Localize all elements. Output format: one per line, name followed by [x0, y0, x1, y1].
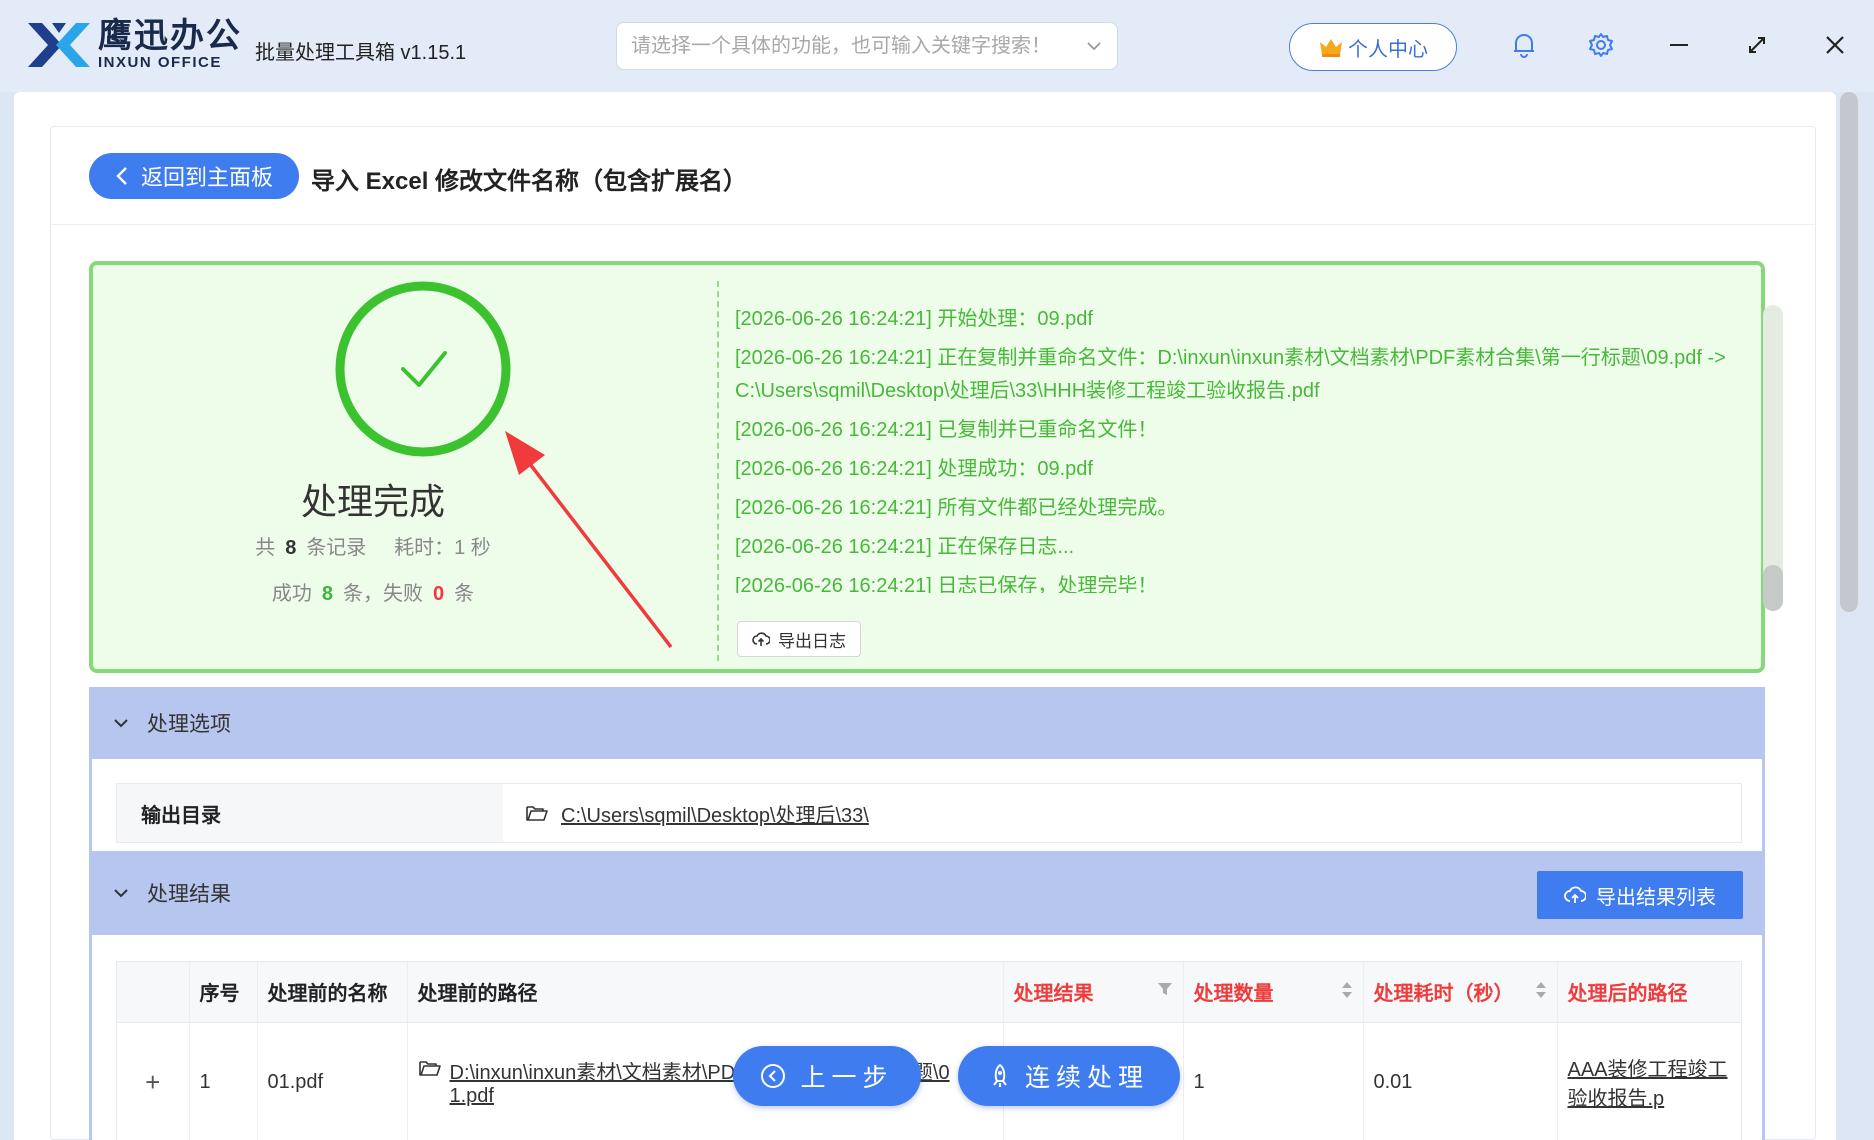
total-prefix: 共	[255, 537, 276, 559]
column-header-time[interactable]: 处理耗时（秒）	[1363, 962, 1558, 1023]
panel-divider	[717, 281, 719, 661]
sort-icon[interactable]	[1341, 981, 1353, 999]
output-dir-row: 输出目录 C:\Users\sqmil\Desktop\处理后\33\	[116, 783, 1742, 843]
minimize-icon[interactable]	[1664, 30, 1694, 60]
log-line: [2026-06-26 16:24:21] 已复制并已重命名文件！	[735, 419, 1158, 441]
close-icon[interactable]	[1820, 30, 1850, 60]
results-table: 序号 处理前的名称 处理前的路径 处理结果 处理数量 处理耗时（秒） 处理后的路…	[116, 961, 1742, 1140]
total-count: 8	[285, 537, 297, 559]
column-header: 处理前的名称	[257, 962, 408, 1023]
gear-icon[interactable]	[1586, 30, 1616, 60]
page-title: 导入 Excel 修改文件名称（包含扩展名）	[311, 168, 748, 195]
column-header-result[interactable]: 处理结果	[1003, 962, 1184, 1023]
maximize-icon[interactable]	[1742, 30, 1772, 60]
app-title: 批量处理工具箱 v1.15.1	[255, 42, 467, 64]
log-list: [2026-06-26 16:24:21] 开始处理：09.pdf [2026-…	[735, 303, 1735, 593]
column-header-label: 处理数量	[1193, 983, 1274, 1006]
previous-step-label: 上一步	[800, 1064, 894, 1092]
cloud-upload-icon	[752, 632, 770, 646]
function-search[interactable]	[616, 22, 1118, 70]
expand-row-button[interactable]: +	[117, 1022, 190, 1140]
content-card: 返回到主面板 导入 Excel 修改文件名称（包含扩展名） 处理完成 共 8 条记录…	[50, 126, 1816, 1140]
rocket-icon	[993, 1063, 1007, 1087]
search-input[interactable]	[631, 34, 1085, 58]
results-section-header[interactable]: 处理结果 导出结果列表	[89, 851, 1765, 935]
crown-icon	[1320, 39, 1342, 57]
bell-icon[interactable]	[1509, 30, 1539, 60]
export-log-label: 导出日志	[778, 631, 846, 651]
filter-icon[interactable]	[1157, 981, 1173, 997]
column-header-label: 处理耗时（秒）	[1373, 983, 1514, 1006]
main-panel: 返回到主面板 导入 Excel 修改文件名称（包含扩展名） 处理完成 共 8 条记录…	[14, 92, 1836, 1140]
output-dir-link[interactable]: C:\Users\sqmil\Desktop\处理后\33\	[561, 799, 869, 828]
options-section-body: 输出目录 C:\Users\sqmil\Desktop\处理后\33\	[89, 759, 1765, 851]
logo-cn-text: 鹰迅办公	[98, 17, 242, 55]
row-after-path[interactable]: AAA装修工程竣工验收报告.p	[1557, 1022, 1741, 1140]
cloud-upload-icon	[1564, 886, 1586, 903]
export-log-button[interactable]: 导出日志	[737, 621, 861, 657]
log-line: [2026-06-26 16:24:21] 正在复制并重命名文件：D:\inxu…	[735, 347, 1726, 402]
fail-prefix: 条，失败	[343, 583, 423, 605]
title-bar: 鹰迅办公 INXUN OFFICE 批量处理工具箱 v1.15.1 个人中心	[0, 0, 1874, 92]
log-line: [2026-06-26 16:24:21] 正在保存日志...	[735, 536, 1075, 558]
log-scrollbar[interactable]	[1763, 305, 1783, 611]
column-header: 处理后的路径	[1557, 962, 1741, 1023]
chevron-left-icon	[116, 167, 127, 185]
column-header-count[interactable]: 处理数量	[1183, 962, 1364, 1023]
log-line: [2026-06-26 16:24:21] 处理成功：09.pdf	[735, 458, 1093, 480]
export-results-label: 导出结果列表	[1596, 886, 1716, 909]
back-to-main-button[interactable]: 返回到主面板	[89, 153, 299, 199]
main-scroll-thumb[interactable]	[1840, 92, 1858, 612]
results-section-title: 处理结果	[147, 883, 231, 906]
logo-en-text: INXUN OFFICE	[98, 54, 222, 71]
row-count: 1	[1183, 1022, 1364, 1140]
red-arrow-annotation	[505, 431, 673, 649]
chevron-down-icon	[114, 719, 128, 728]
chevron-down-icon	[114, 889, 128, 898]
row-time: 0.01	[1363, 1022, 1558, 1140]
fail-count: 0	[433, 583, 445, 605]
back-button-label: 返回到主面板	[140, 165, 273, 190]
row-name: 01.pdf	[257, 1022, 408, 1140]
column-header-expand	[117, 962, 190, 1023]
main-scrollbar[interactable]	[1838, 92, 1858, 1140]
continue-processing-label: 连续处理	[1024, 1064, 1149, 1092]
folder-open-icon	[418, 1061, 441, 1077]
log-line: [2026-06-26 16:24:21] 所有文件都已经处理完成。	[735, 497, 1178, 519]
table-header-row: 序号 处理前的名称 处理前的路径 处理结果 处理数量 处理耗时（秒） 处理后的路…	[117, 962, 1741, 1023]
table-row: + 1 01.pdf D:\inxun\inxun素材\文档素材\PDF素材合集…	[117, 1022, 1741, 1140]
column-header: 序号	[189, 962, 258, 1023]
sort-icon[interactable]	[1535, 981, 1547, 999]
options-section-title: 处理选项	[147, 713, 231, 736]
log-line: [2026-06-26 16:24:21] 日志已保存，处理完毕！	[735, 575, 1158, 593]
log-scroll-thumb[interactable]	[1763, 565, 1783, 611]
export-results-button[interactable]: 导出结果列表	[1537, 871, 1743, 919]
success-prefix: 成功	[271, 583, 312, 605]
column-header: 处理前的路径	[407, 962, 1004, 1023]
page-header: 返回到主面板 导入 Excel 修改文件名称（包含扩展名）	[51, 127, 1815, 225]
user-center-button[interactable]: 个人中心	[1289, 23, 1457, 71]
chevron-left-circle-icon	[761, 1064, 786, 1088]
options-section-header[interactable]: 处理选项	[89, 687, 1765, 759]
app-logo: 鹰迅办公 INXUN OFFICE	[26, 18, 242, 71]
chevron-down-icon[interactable]	[1085, 37, 1103, 55]
success-count: 8	[321, 583, 333, 605]
previous-step-button[interactable]: 上一步	[733, 1046, 921, 1106]
continue-processing-button[interactable]: 连续处理	[958, 1046, 1180, 1106]
logo-x-icon	[28, 22, 90, 67]
elapsed-time: 耗时：1 秒	[394, 537, 491, 559]
log-scroll-track	[1763, 305, 1783, 605]
fail-suffix: 条	[454, 583, 475, 605]
status-panel: 处理完成 共 8 条记录 耗时：1 秒 成功 8 条，失败 0 条 [2026-06-26 …	[89, 261, 1783, 673]
total-suffix: 条记录	[306, 537, 367, 559]
output-dir-label: 输出目录	[117, 784, 503, 842]
results-section-body: 序号 处理前的名称 处理前的路径 处理结果 处理数量 处理耗时（秒） 处理后的路…	[89, 935, 1765, 1140]
row-index: 1	[189, 1022, 258, 1140]
log-line: [2026-06-26 16:24:21] 开始处理：09.pdf	[735, 308, 1093, 330]
output-dir-value[interactable]: C:\Users\sqmil\Desktop\处理后\33\	[503, 784, 1741, 842]
user-center-label: 个人中心	[1348, 38, 1428, 61]
folder-open-icon	[526, 806, 548, 821]
column-header-label: 处理结果	[1013, 983, 1094, 1006]
